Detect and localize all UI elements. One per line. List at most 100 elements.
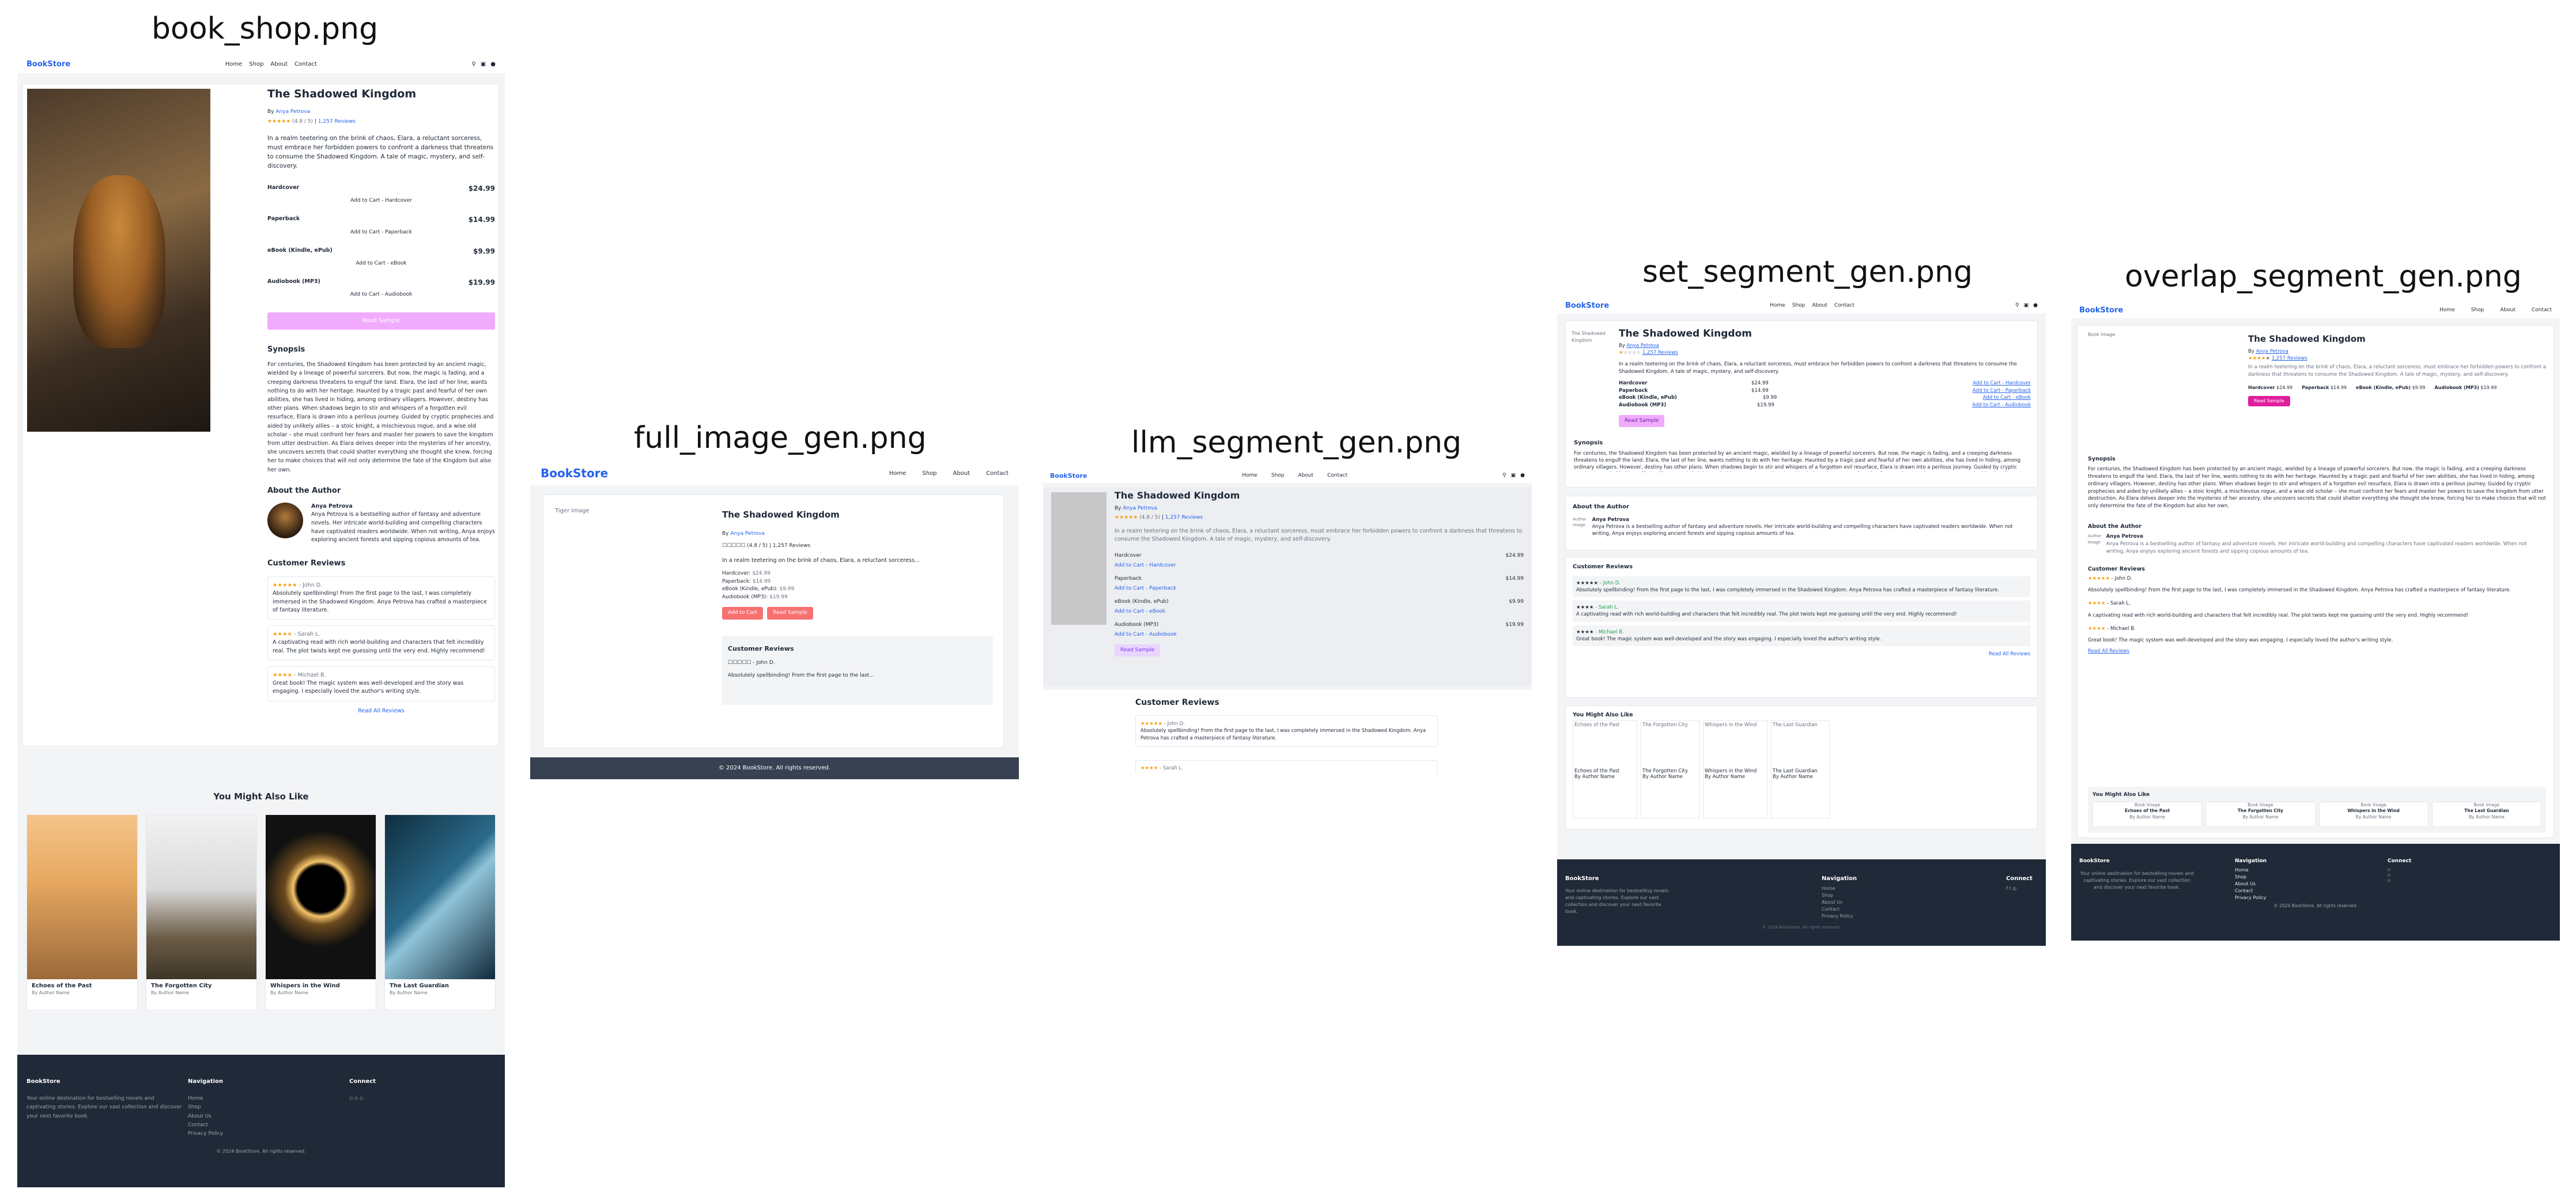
- read-sample-button[interactable]: Read Sample: [767, 607, 813, 620]
- author-link[interactable]: Anya Petrova: [1123, 505, 1157, 511]
- footer-link-home[interactable]: Home: [1822, 885, 2006, 892]
- related-book-card[interactable]: Echoes of the Past By Author Name: [27, 814, 138, 1010]
- footer-link-shop[interactable]: Shop: [2235, 874, 2388, 881]
- nav-about[interactable]: About: [1298, 473, 1314, 478]
- nav-home[interactable]: Home: [225, 61, 243, 67]
- read-all-reviews-link[interactable]: Read All Reviews: [2088, 648, 2546, 655]
- twitter-icon[interactable]: t: [2009, 886, 2011, 891]
- nav-shop[interactable]: Shop: [922, 470, 936, 477]
- add-to-cart-paperback[interactable]: Add to Cart - Paperback: [1115, 585, 1524, 592]
- reviews-link[interactable]: 1,257 Reviews: [1642, 350, 1678, 356]
- reviews-link[interactable]: 1,257 Reviews: [2272, 356, 2307, 361]
- nav-home[interactable]: Home: [889, 470, 906, 477]
- brand-logo[interactable]: BookStore: [2079, 306, 2123, 315]
- author-link[interactable]: Anya Petrova: [730, 531, 765, 537]
- search-icon[interactable]: ⚲: [471, 61, 475, 67]
- nav-contact[interactable]: Contact: [2532, 307, 2552, 313]
- cart-icon[interactable]: ▣: [1511, 473, 1516, 478]
- nav-about[interactable]: About: [2500, 307, 2515, 313]
- add-to-cart-paperback[interactable]: Add to Cart - Paperback: [1973, 387, 2031, 395]
- footer-link-about[interactable]: About Us: [1822, 899, 2006, 906]
- related-book-card[interactable]: The Forgotten City By Author Name: [146, 814, 257, 1010]
- cart-icon[interactable]: ▣: [481, 61, 486, 67]
- cart-icon[interactable]: ▣: [2024, 303, 2029, 308]
- footer-link-contact[interactable]: Contact: [1822, 906, 2006, 913]
- read-sample-button[interactable]: Read Sample: [2248, 395, 2290, 406]
- nav-contact[interactable]: Contact: [986, 470, 1009, 477]
- related-book-card[interactable]: Echoes of the Past Echoes of the Past By…: [1573, 720, 1637, 818]
- instagram-icon[interactable]: ▫: [2388, 878, 2411, 884]
- nav-contact[interactable]: Contact: [1327, 473, 1347, 478]
- facebook-icon[interactable]: ▫: [2388, 867, 2411, 873]
- read-all-reviews-link[interactable]: Read All Reviews: [1573, 651, 2030, 658]
- search-icon[interactable]: ⚲: [1502, 473, 1506, 478]
- brand-logo[interactable]: BookStore: [27, 60, 70, 69]
- add-to-cart-paperback[interactable]: Add to Cart - Paperback: [267, 229, 495, 236]
- footer-link-home[interactable]: Home: [2235, 867, 2388, 874]
- nav-shop[interactable]: Shop: [1271, 473, 1285, 478]
- nav-about[interactable]: About: [1812, 303, 1827, 308]
- add-to-cart-ebook[interactable]: Add to Cart - eBook: [267, 260, 495, 267]
- footer-link-contact[interactable]: Contact: [188, 1121, 349, 1130]
- footer-link-contact[interactable]: Contact: [2235, 888, 2388, 894]
- nav-home[interactable]: Home: [1242, 473, 1257, 478]
- nav-home[interactable]: Home: [1770, 303, 1785, 308]
- reviews-link[interactable]: 1,257 Reviews: [318, 119, 356, 124]
- nav-contact[interactable]: Contact: [294, 61, 317, 67]
- related-book-card[interactable]: Book Image Echoes of the Past By Author Na…: [2092, 801, 2203, 827]
- related-book-card[interactable]: Book Image Whispers in the Wind By Author …: [2318, 801, 2428, 827]
- add-to-cart-ebook[interactable]: Add to Cart - eBook: [1983, 394, 2031, 402]
- footer-link-privacy[interactable]: Privacy Policy: [2235, 894, 2388, 901]
- add-to-cart-audiobook[interactable]: Add to Cart - Audiobook: [1972, 402, 2031, 409]
- footer-link-shop[interactable]: Shop: [1822, 892, 2006, 899]
- add-to-cart-audiobook[interactable]: Add to Cart - Audiobook: [267, 291, 495, 299]
- instagram-icon[interactable]: ◎: [2012, 886, 2016, 891]
- footer-link-about[interactable]: About Us: [188, 1112, 349, 1121]
- related-book-card[interactable]: The Forgotten City The Forgotten City By…: [1641, 720, 1699, 818]
- nav-about[interactable]: About: [953, 470, 970, 477]
- reviews-link[interactable]: 1,257 Reviews: [1165, 515, 1203, 520]
- nav-about[interactable]: About: [270, 61, 288, 67]
- read-all-reviews-link[interactable]: Read All Reviews: [267, 707, 495, 715]
- user-icon[interactable]: ●: [490, 61, 496, 67]
- related-book-card[interactable]: Book Image The Last Guardian By Author Nam…: [2431, 801, 2541, 827]
- add-to-cart-hardcover[interactable]: Add to Cart - Hardcover: [1115, 562, 1524, 569]
- read-sample-button[interactable]: Read Sample: [267, 312, 495, 330]
- nav-shop[interactable]: Shop: [249, 61, 263, 67]
- author-link[interactable]: Anya Petrova: [2256, 349, 2288, 354]
- read-sample-button[interactable]: Read Sample: [1115, 644, 1161, 657]
- read-sample-button[interactable]: Read Sample: [1619, 414, 1665, 427]
- related-book-card[interactable]: Whispers in the Wind Whispers in the Win…: [1703, 720, 1767, 818]
- twitter-icon[interactable]: ▫: [2388, 872, 2411, 878]
- nav-shop[interactable]: Shop: [1792, 303, 1806, 308]
- nav-home[interactable]: Home: [2439, 307, 2455, 313]
- twitter-icon[interactable]: ▫: [354, 1096, 358, 1101]
- author-link[interactable]: Anya Petrova: [1627, 343, 1659, 349]
- instagram-icon[interactable]: ▫: [360, 1096, 363, 1101]
- search-icon[interactable]: ⚲: [2015, 303, 2019, 308]
- footer-link-home[interactable]: Home: [188, 1094, 349, 1103]
- facebook-icon[interactable]: ▫: [349, 1096, 353, 1101]
- add-to-cart-ebook[interactable]: Add to Cart - eBook: [1115, 608, 1524, 616]
- footer-link-about[interactable]: About Us: [2235, 881, 2388, 888]
- brand-logo[interactable]: BookStore: [1565, 301, 1609, 310]
- nav-shop[interactable]: Shop: [2471, 307, 2484, 313]
- related-book-card[interactable]: The Last Guardian By Author Name: [384, 814, 496, 1010]
- user-icon[interactable]: ●: [2033, 303, 2038, 308]
- add-to-cart-audiobook[interactable]: Add to Cart - Audiobook: [1115, 631, 1524, 639]
- brand-logo[interactable]: BookStore: [541, 466, 608, 480]
- related-book-card[interactable]: The Last Guardian The Last Guardian By A…: [1771, 720, 1830, 818]
- footer-link-privacy[interactable]: Privacy Policy: [188, 1130, 349, 1138]
- add-to-cart-hardcover[interactable]: Add to Cart - Hardcover: [1973, 380, 2031, 387]
- related-book-card[interactable]: Book Image The Forgotten City By Author Na…: [2205, 801, 2316, 827]
- footer-link-shop[interactable]: Shop: [188, 1103, 349, 1112]
- add-to-cart-hardcover[interactable]: Add to Cart - Hardcover: [267, 197, 495, 205]
- related-book-card[interactable]: Whispers in the Wind By Author Name: [265, 814, 376, 1010]
- user-icon[interactable]: ●: [1520, 473, 1525, 478]
- footer-link-privacy[interactable]: Privacy Policy: [1822, 913, 2006, 920]
- author-link[interactable]: Anya Petrova: [275, 109, 310, 115]
- add-to-cart-button[interactable]: Add to Cart: [722, 607, 764, 620]
- brand-logo[interactable]: BookStore: [1050, 472, 1087, 480]
- nav-contact[interactable]: Contact: [1834, 303, 1854, 308]
- facebook-icon[interactable]: f: [2006, 886, 2008, 891]
